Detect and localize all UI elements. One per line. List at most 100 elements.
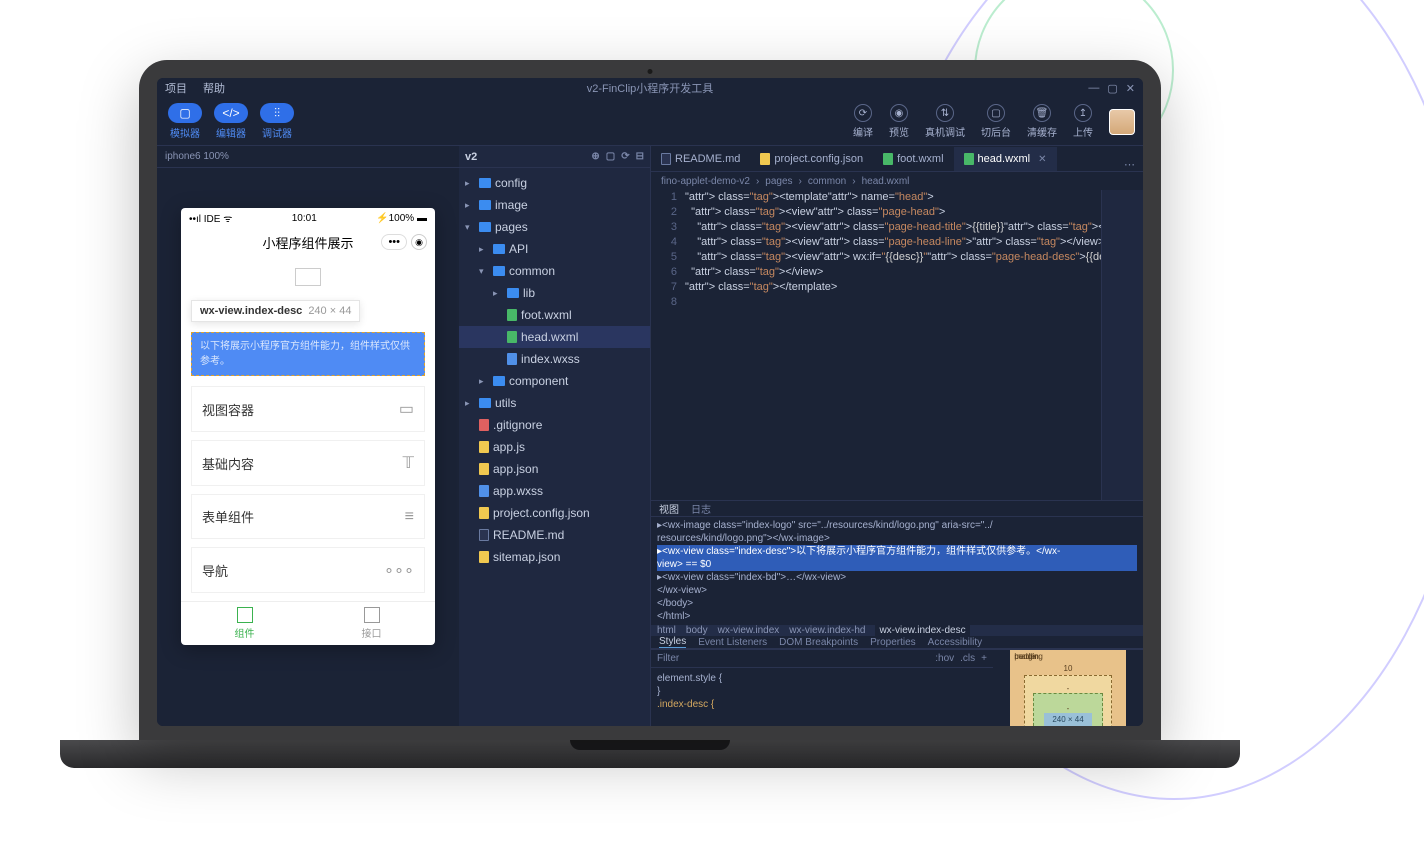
code-icon: </>: [214, 103, 248, 123]
dom-breakpoints-tab[interactable]: DOM Breakpoints: [779, 637, 858, 648]
styles-tab[interactable]: Styles: [659, 636, 686, 648]
card-form[interactable]: 表单组件≡: [191, 494, 425, 539]
close-tab-icon[interactable]: ✕: [1038, 154, 1046, 165]
card-icon: ≡: [405, 508, 414, 526]
editor-area: README.md project.config.json foot.wxml …: [651, 146, 1143, 726]
card-view-container[interactable]: 视图容器▭: [191, 386, 425, 432]
logo-placeholder: [295, 268, 321, 286]
simulator-device-label[interactable]: iphone6 100%: [157, 146, 459, 168]
tree-item[interactable]: project.config.json: [459, 502, 650, 524]
tree-item[interactable]: foot.wxml: [459, 304, 650, 326]
minimize-icon[interactable]: —: [1088, 82, 1099, 95]
close-icon[interactable]: ✕: [1126, 82, 1135, 95]
editor-tab-bar: README.md project.config.json foot.wxml …: [651, 146, 1143, 172]
new-folder-icon[interactable]: ▢: [606, 151, 615, 162]
preview-icon: ◉: [890, 104, 908, 122]
pill-editor[interactable]: </> 编辑器: [211, 103, 251, 140]
devtools-tab-view[interactable]: 视图: [659, 501, 679, 516]
compile-button[interactable]: ⟳编译: [853, 104, 873, 139]
tree-item[interactable]: ▸component: [459, 370, 650, 392]
menubar: 项目 帮助 v2-FinClip小程序开发工具 — ▢ ✕: [157, 78, 1143, 98]
window-title: v2-FinClip小程序开发工具: [587, 80, 714, 96]
menu-dots-button[interactable]: •••: [381, 234, 407, 250]
cls-button[interactable]: .cls: [960, 653, 975, 664]
dom-tree[interactable]: ▸<wx-image class="index-logo" src="../re…: [651, 517, 1143, 625]
tree-item[interactable]: ▸API: [459, 238, 650, 260]
pill-simulator[interactable]: ▢ 模拟器: [165, 103, 205, 140]
breadcrumb[interactable]: fino-applet-demo-v2›pages›common›head.wx…: [651, 172, 1143, 190]
api-icon: [364, 607, 380, 623]
devtools-panel: 视图 日志 ▸<wx-image class="index-logo" src=…: [651, 500, 1143, 726]
tree-item[interactable]: head.wxml: [459, 326, 650, 348]
pill-debugger[interactable]: ⫶⫶ 调试器: [257, 103, 297, 140]
explorer-root[interactable]: v2: [465, 151, 477, 163]
tab-foot-wxml[interactable]: foot.wxml: [873, 147, 953, 171]
simulator-panel: iphone6 100% ••ıl IDE ᯤ 10:01 ⚡100% ▬ 小程…: [157, 146, 459, 726]
card-icon: ▭: [399, 399, 414, 419]
status-signal: ••ıl IDE ᯤ: [189, 211, 232, 225]
remote-debug-button[interactable]: ⇅真机调试: [925, 104, 965, 139]
app-window: 项目 帮助 v2-FinClip小程序开发工具 — ▢ ✕ ▢ 模拟器: [157, 78, 1143, 726]
code-editor[interactable]: 12345678 "attr"> class="tag"><template"a…: [651, 190, 1143, 500]
laptop-frame: 项目 帮助 v2-FinClip小程序开发工具 — ▢ ✕ ▢ 模拟器: [60, 60, 1240, 790]
preview-button[interactable]: ◉预览: [889, 104, 909, 139]
hov-button[interactable]: :hov: [935, 653, 954, 664]
mobile-icon: ▢: [168, 103, 202, 123]
accessibility-tab[interactable]: Accessibility: [928, 637, 982, 648]
tree-item[interactable]: index.wxss: [459, 348, 650, 370]
close-capsule-button[interactable]: ◉: [411, 234, 427, 250]
devtools-tab-log[interactable]: 日志: [691, 501, 711, 516]
tab-api[interactable]: 接口: [308, 602, 435, 645]
refresh-icon[interactable]: ⟳: [621, 151, 629, 162]
status-time: 10:01: [292, 213, 317, 224]
tab-components[interactable]: 组件: [181, 602, 308, 645]
tree-item[interactable]: sitemap.json: [459, 546, 650, 568]
phone-preview: ••ıl IDE ᯤ 10:01 ⚡100% ▬ 小程序组件展示 ••• ◉: [181, 208, 435, 645]
properties-tab[interactable]: Properties: [870, 637, 916, 648]
tree-item[interactable]: app.js: [459, 436, 650, 458]
status-battery: ⚡100% ▬: [376, 213, 427, 224]
minimap[interactable]: [1101, 190, 1143, 500]
tree-item[interactable]: ▾common: [459, 260, 650, 282]
tab-project-config[interactable]: project.config.json: [750, 147, 873, 171]
card-basic-content[interactable]: 基础内容𝕋: [191, 440, 425, 486]
styles-filter-input[interactable]: Filter: [657, 653, 679, 664]
upload-icon: ↥: [1074, 104, 1092, 122]
maximize-icon[interactable]: ▢: [1107, 82, 1117, 95]
add-rule-button[interactable]: +: [981, 653, 987, 664]
trash-icon: 🗑: [1033, 104, 1051, 122]
tree-item[interactable]: ▸config: [459, 172, 650, 194]
highlighted-desc: 以下将展示小程序官方组件能力，组件样式仅供参考。: [191, 332, 425, 376]
tree-item[interactable]: ▾pages: [459, 216, 650, 238]
tab-head-wxml[interactable]: head.wxml✕: [954, 147, 1057, 171]
tree-item[interactable]: .gitignore: [459, 414, 650, 436]
card-nav[interactable]: 导航∘∘∘: [191, 547, 425, 593]
upload-button[interactable]: ↥上传: [1073, 104, 1093, 139]
card-icon: ∘∘∘: [384, 560, 414, 580]
grid-icon: [237, 607, 253, 623]
tree-item[interactable]: app.wxss: [459, 480, 650, 502]
inspect-tooltip: wx-view.index-desc240 × 44: [191, 300, 360, 322]
menu-project[interactable]: 项目: [165, 80, 187, 96]
background-button[interactable]: ▢切后台: [981, 104, 1011, 139]
menu-help[interactable]: 帮助: [203, 80, 225, 96]
tree-item[interactable]: ▸utils: [459, 392, 650, 414]
card-icon: 𝕋: [403, 453, 414, 473]
tree-item[interactable]: ▸lib: [459, 282, 650, 304]
collapse-icon[interactable]: ⊟: [636, 151, 644, 162]
css-rules[interactable]: element.style {}.index-desc {</span></di…: [651, 668, 993, 726]
tree-item[interactable]: ▸image: [459, 194, 650, 216]
background-icon: ▢: [987, 104, 1005, 122]
compile-icon: ⟳: [854, 104, 872, 122]
tab-overflow-icon[interactable]: ⋯: [1116, 158, 1143, 171]
tree-item[interactable]: README.md: [459, 524, 650, 546]
tab-readme[interactable]: README.md: [651, 147, 750, 171]
event-listeners-tab[interactable]: Event Listeners: [698, 637, 767, 648]
avatar[interactable]: [1109, 109, 1135, 135]
new-file-icon[interactable]: ⊕: [591, 151, 599, 162]
tree-item[interactable]: app.json: [459, 458, 650, 480]
clear-cache-button[interactable]: 🗑清缓存: [1027, 104, 1057, 139]
box-model: margin 10 border - padding - 240 × 4: [993, 650, 1143, 726]
dom-breadcrumb[interactable]: html body wx-view.index wx-view.index-hd…: [651, 625, 1143, 636]
toolbar: ▢ 模拟器 </> 编辑器 ⫶⫶ 调试器 ⟳编译 ◉预览 ⇅真机调试: [157, 98, 1143, 146]
